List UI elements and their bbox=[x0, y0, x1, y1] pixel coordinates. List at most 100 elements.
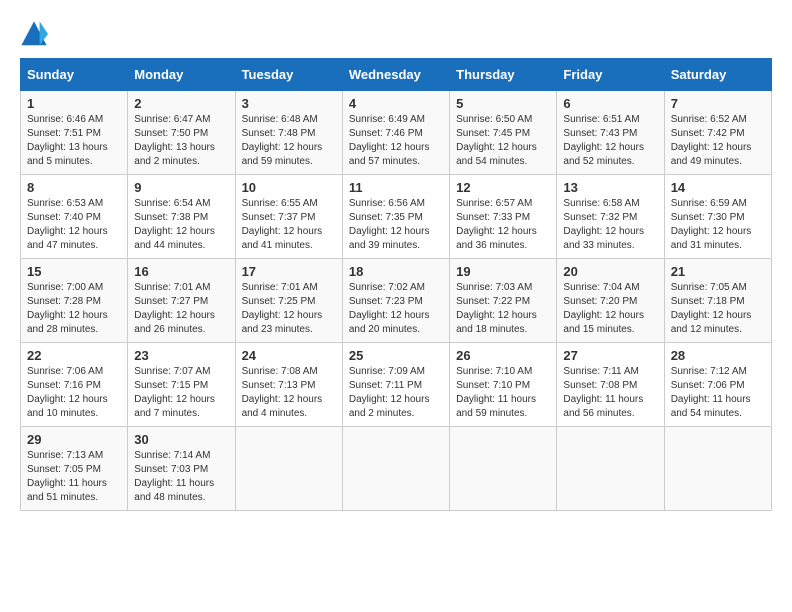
weekday-header-monday: Monday bbox=[128, 59, 235, 91]
day-info: Sunrise: 6:57 AMSunset: 7:33 PMDaylight:… bbox=[456, 197, 550, 253]
day-info: Sunrise: 6:58 AMSunset: 7:32 PMDaylight:… bbox=[563, 197, 657, 253]
day-info: Sunrise: 7:08 AMSunset: 7:13 PMDaylight:… bbox=[242, 365, 336, 421]
day-number: 18 bbox=[349, 264, 443, 279]
calendar-cell: 16 Sunrise: 7:01 AMSunset: 7:27 PMDayligh… bbox=[128, 259, 235, 343]
day-info: Sunrise: 6:59 AMSunset: 7:30 PMDaylight:… bbox=[671, 197, 765, 253]
calendar-cell: 5Sunrise: 6:50 AMSunset: 7:45 PMDaylight… bbox=[450, 91, 557, 175]
day-info: Sunrise: 7:01 AMSunset: 7:25 PMDaylight:… bbox=[242, 281, 336, 337]
day-info: Sunrise: 7:02 AMSunset: 7:23 PMDaylight:… bbox=[349, 281, 443, 337]
day-number: 23 bbox=[134, 348, 228, 363]
day-number: 30 bbox=[134, 432, 228, 447]
day-number: 27 bbox=[563, 348, 657, 363]
day-number: 25 bbox=[349, 348, 443, 363]
calendar-cell: 30 Sunrise: 7:14 AMSunset: 7:03 PMDayligh… bbox=[128, 427, 235, 511]
day-number: 5 bbox=[456, 96, 550, 111]
calendar-cell: 2 Sunrise: 6:47 AMSunset: 7:50 PMDaylight… bbox=[128, 91, 235, 175]
calendar-cell: 8 Sunrise: 6:53 AMSunset: 7:40 PMDaylight… bbox=[21, 175, 128, 259]
calendar-cell: 18 Sunrise: 7:02 AMSunset: 7:23 PMDayligh… bbox=[342, 259, 449, 343]
day-number: 19 bbox=[456, 264, 550, 279]
day-info: Sunrise: 6:53 AMSunset: 7:40 PMDaylight:… bbox=[27, 197, 121, 253]
weekday-header-saturday: Saturday bbox=[664, 59, 771, 91]
day-info: Sunrise: 6:55 AMSunset: 7:37 PMDaylight:… bbox=[242, 197, 336, 253]
weekday-header-thursday: Thursday bbox=[450, 59, 557, 91]
calendar-cell: 17 Sunrise: 7:01 AMSunset: 7:25 PMDayligh… bbox=[235, 259, 342, 343]
day-number: 14 bbox=[671, 180, 765, 195]
calendar-cell: 12 Sunrise: 6:57 AMSunset: 7:33 PMDayligh… bbox=[450, 175, 557, 259]
calendar-cell: 25 Sunrise: 7:09 AMSunset: 7:11 PMDayligh… bbox=[342, 343, 449, 427]
calendar-cell: 3 Sunrise: 6:48 AMSunset: 7:48 PMDaylight… bbox=[235, 91, 342, 175]
weekday-header-sunday: Sunday bbox=[21, 59, 128, 91]
calendar-cell: 11 Sunrise: 6:56 AMSunset: 7:35 PMDayligh… bbox=[342, 175, 449, 259]
day-number: 13 bbox=[563, 180, 657, 195]
day-number: 12 bbox=[456, 180, 550, 195]
day-info: Sunrise: 7:09 AMSunset: 7:11 PMDaylight:… bbox=[349, 365, 443, 421]
calendar-cell: 26 Sunrise: 7:10 AMSunset: 7:10 PMDayligh… bbox=[450, 343, 557, 427]
calendar-cell: 19 Sunrise: 7:03 AMSunset: 7:22 PMDayligh… bbox=[450, 259, 557, 343]
day-number: 9 bbox=[134, 180, 228, 195]
day-info: Sunrise: 7:00 AMSunset: 7:28 PMDaylight:… bbox=[27, 281, 121, 337]
day-info: Sunrise: 7:12 AMSunset: 7:06 PMDaylight:… bbox=[671, 365, 765, 421]
day-number: 1 bbox=[27, 96, 121, 111]
calendar-cell: 28 Sunrise: 7:12 AMSunset: 7:06 PMDayligh… bbox=[664, 343, 771, 427]
day-info: Sunrise: 7:04 AMSunset: 7:20 PMDaylight:… bbox=[563, 281, 657, 337]
day-info: Sunrise: 7:05 AMSunset: 7:18 PMDaylight:… bbox=[671, 281, 765, 337]
calendar-cell: 10 Sunrise: 6:55 AMSunset: 7:37 PMDayligh… bbox=[235, 175, 342, 259]
day-number: 4 bbox=[349, 96, 443, 111]
day-number: 7 bbox=[671, 96, 765, 111]
calendar-cell: 24 Sunrise: 7:08 AMSunset: 7:13 PMDayligh… bbox=[235, 343, 342, 427]
day-info: Sunrise: 6:48 AMSunset: 7:48 PMDaylight:… bbox=[242, 113, 336, 169]
day-info: Sunrise: 6:46 AMSunset: 7:51 PMDaylight:… bbox=[27, 113, 121, 169]
calendar-cell bbox=[557, 427, 664, 511]
day-number: 11 bbox=[349, 180, 443, 195]
day-info: Sunrise: 6:52 AMSunset: 7:42 PMDaylight:… bbox=[671, 113, 765, 169]
calendar-table: SundayMondayTuesdayWednesdayThursdayFrid… bbox=[20, 58, 772, 511]
weekday-header-wednesday: Wednesday bbox=[342, 59, 449, 91]
day-info: Sunrise: 6:54 AMSunset: 7:38 PMDaylight:… bbox=[134, 197, 228, 253]
day-number: 15 bbox=[27, 264, 121, 279]
calendar-cell: 6 Sunrise: 6:51 AMSunset: 7:43 PMDaylight… bbox=[557, 91, 664, 175]
calendar-cell: 7 Sunrise: 6:52 AMSunset: 7:42 PMDaylight… bbox=[664, 91, 771, 175]
day-number: 6 bbox=[563, 96, 657, 111]
logo-icon bbox=[20, 20, 48, 48]
calendar-cell: 4 Sunrise: 6:49 AMSunset: 7:46 PMDaylight… bbox=[342, 91, 449, 175]
day-info: Sunrise: 6:51 AMSunset: 7:43 PMDaylight:… bbox=[563, 113, 657, 169]
day-info: Sunrise: 7:14 AMSunset: 7:03 PMDaylight:… bbox=[134, 449, 228, 505]
calendar-cell: 9 Sunrise: 6:54 AMSunset: 7:38 PMDaylight… bbox=[128, 175, 235, 259]
day-number: 10 bbox=[242, 180, 336, 195]
day-number: 2 bbox=[134, 96, 228, 111]
day-info: Sunrise: 6:56 AMSunset: 7:35 PMDaylight:… bbox=[349, 197, 443, 253]
calendar-cell: 14 Sunrise: 6:59 AMSunset: 7:30 PMDayligh… bbox=[664, 175, 771, 259]
calendar-cell: 21 Sunrise: 7:05 AMSunset: 7:18 PMDayligh… bbox=[664, 259, 771, 343]
day-number: 16 bbox=[134, 264, 228, 279]
day-number: 24 bbox=[242, 348, 336, 363]
calendar-cell: 13 Sunrise: 6:58 AMSunset: 7:32 PMDayligh… bbox=[557, 175, 664, 259]
day-number: 26 bbox=[456, 348, 550, 363]
calendar-cell: 23 Sunrise: 7:07 AMSunset: 7:15 PMDayligh… bbox=[128, 343, 235, 427]
calendar-cell: 29 Sunrise: 7:13 AMSunset: 7:05 PMDayligh… bbox=[21, 427, 128, 511]
day-number: 3 bbox=[242, 96, 336, 111]
day-info: Sunrise: 7:03 AMSunset: 7:22 PMDaylight:… bbox=[456, 281, 550, 337]
day-info: Sunrise: 6:47 AMSunset: 7:50 PMDaylight:… bbox=[134, 113, 228, 169]
day-number: 29 bbox=[27, 432, 121, 447]
day-info: Sunrise: 7:11 AMSunset: 7:08 PMDaylight:… bbox=[563, 365, 657, 421]
day-number: 22 bbox=[27, 348, 121, 363]
calendar-cell bbox=[664, 427, 771, 511]
day-number: 21 bbox=[671, 264, 765, 279]
calendar-cell bbox=[235, 427, 342, 511]
day-info: Sunrise: 7:07 AMSunset: 7:15 PMDaylight:… bbox=[134, 365, 228, 421]
calendar-cell: 22Sunrise: 7:06 AMSunset: 7:16 PMDayligh… bbox=[21, 343, 128, 427]
weekday-header-tuesday: Tuesday bbox=[235, 59, 342, 91]
day-info: Sunrise: 7:01 AMSunset: 7:27 PMDaylight:… bbox=[134, 281, 228, 337]
calendar-cell: 20Sunrise: 7:04 AMSunset: 7:20 PMDayligh… bbox=[557, 259, 664, 343]
day-number: 8 bbox=[27, 180, 121, 195]
logo bbox=[20, 20, 54, 48]
day-info: Sunrise: 6:49 AMSunset: 7:46 PMDaylight:… bbox=[349, 113, 443, 169]
calendar-cell: 15 Sunrise: 7:00 AMSunset: 7:28 PMDayligh… bbox=[21, 259, 128, 343]
calendar-cell: 1 Sunrise: 6:46 AMSunset: 7:51 PMDaylight… bbox=[21, 91, 128, 175]
weekday-header-friday: Friday bbox=[557, 59, 664, 91]
day-number: 17 bbox=[242, 264, 336, 279]
day-info: Sunrise: 7:10 AMSunset: 7:10 PMDaylight:… bbox=[456, 365, 550, 421]
day-info: Sunrise: 7:13 AMSunset: 7:05 PMDaylight:… bbox=[27, 449, 121, 505]
calendar-cell bbox=[342, 427, 449, 511]
day-number: 28 bbox=[671, 348, 765, 363]
